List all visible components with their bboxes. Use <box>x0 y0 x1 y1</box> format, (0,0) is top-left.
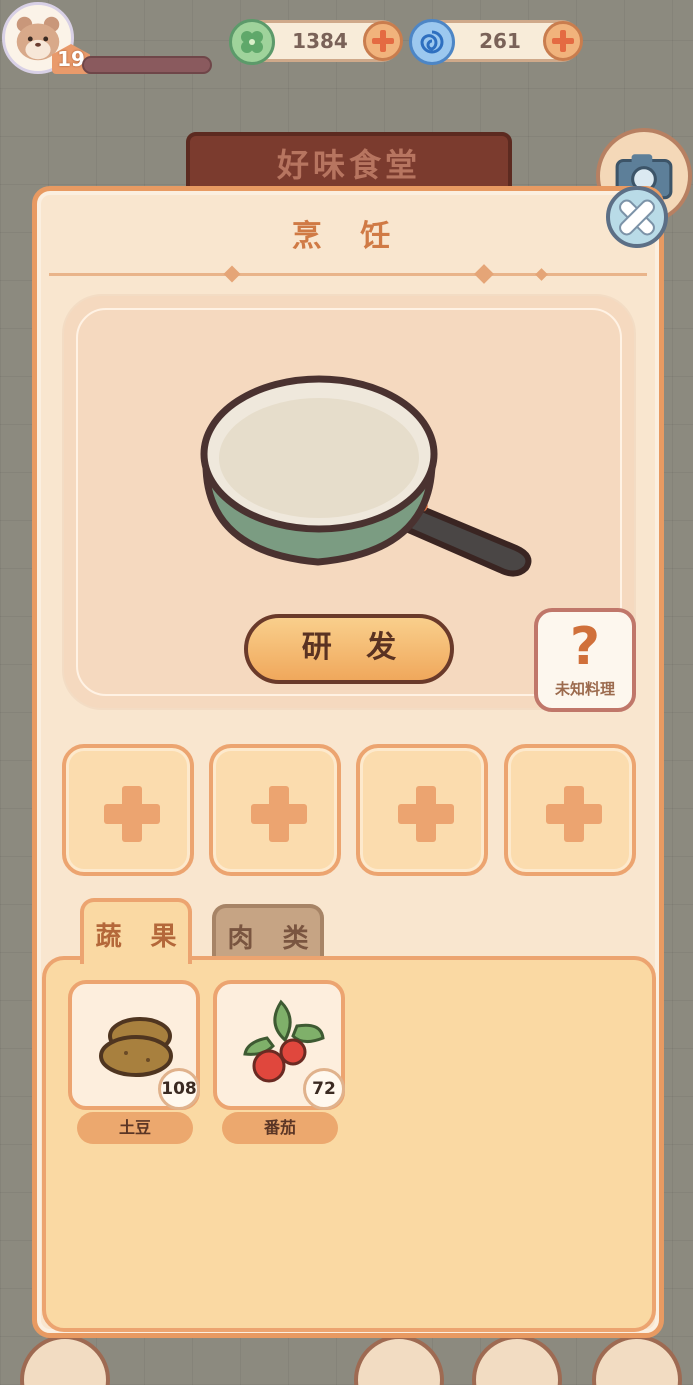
clover-icon <box>229 19 275 65</box>
develop-button[interactable]: 研 发 <box>244 614 454 684</box>
item-count: 72 <box>303 1068 345 1110</box>
experience-bar <box>82 56 212 74</box>
divider-ornament <box>474 264 494 284</box>
title-divider <box>49 273 647 276</box>
bottom-menu-button-2[interactable] <box>354 1335 444 1385</box>
add-gem-button[interactable] <box>543 21 583 61</box>
tab-meat[interactable]: 肉 类 <box>212 904 324 960</box>
unknown-recipe-label: 未知料理 <box>554 680 615 698</box>
tab-vegetables-fruits[interactable]: 蔬 果 <box>80 898 192 964</box>
item-name-label: 番茄 <box>222 1112 338 1144</box>
gem-currency: 261 <box>409 19 583 65</box>
frying-pan-icon <box>200 375 532 577</box>
close-button[interactable] <box>606 186 668 248</box>
unknown-recipe-button[interactable]: ? 未知料理 <box>534 608 636 712</box>
bottom-menu-button-3[interactable] <box>472 1335 562 1385</box>
clover-currency: 1384 <box>229 19 403 65</box>
bottom-menu-button-4[interactable] <box>592 1335 682 1385</box>
item-name-label: 土豆 <box>77 1112 193 1144</box>
ingredient-slot-3[interactable] <box>356 744 488 876</box>
ingredient-slot-1[interactable] <box>62 744 194 876</box>
add-clover-button[interactable] <box>363 21 403 61</box>
item-count: 108 <box>158 1068 200 1110</box>
panel-title: 烹 饪 <box>291 219 405 254</box>
inventory-item-tomato[interactable]: 72 <box>213 980 345 1110</box>
question-mark-icon: ? <box>569 617 601 677</box>
swirl-gem-icon <box>409 19 455 65</box>
ingredient-slot-2[interactable] <box>209 744 341 876</box>
inventory-item-potato[interactable]: 108 <box>68 980 200 1110</box>
divider-ornament <box>223 265 241 283</box>
ingredient-slot-4[interactable] <box>504 744 636 876</box>
bottom-menu-button-1[interactable] <box>20 1335 110 1385</box>
divider-ornament <box>535 268 548 281</box>
